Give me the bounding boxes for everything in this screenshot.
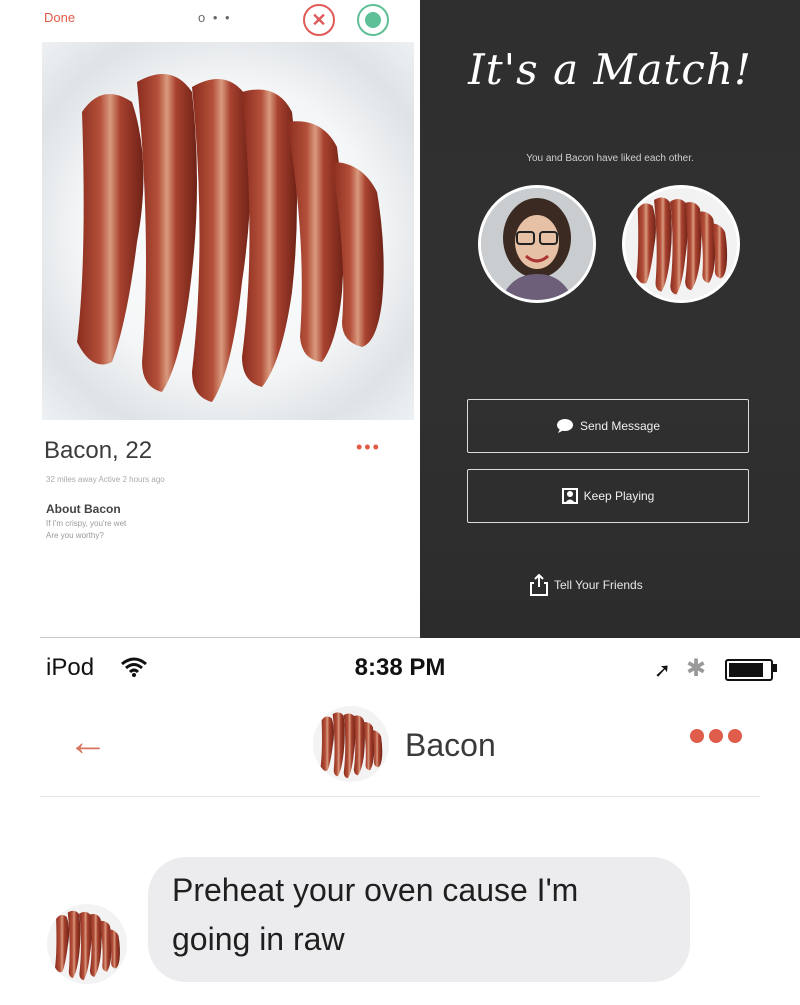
profile-distance: 32 miles away Active 2 hours ago xyxy=(46,475,165,484)
message-text: going in raw xyxy=(172,921,345,957)
bluetooth-icon: ✱ xyxy=(686,655,707,682)
about-heading: About Bacon xyxy=(46,502,121,516)
back-arrow-icon[interactable]: ← xyxy=(68,722,108,762)
tell-friends-label: Tell Your Friends xyxy=(554,578,643,592)
close-icon: ✕ xyxy=(311,10,327,30)
profile-photo[interactable] xyxy=(42,42,414,420)
match-panel: It's a Match! You and Bacon have liked e… xyxy=(420,0,800,638)
bacon-photo xyxy=(77,74,384,402)
like-button[interactable] xyxy=(357,4,389,36)
send-message-button[interactable]: Send Message xyxy=(467,399,749,453)
done-link[interactable]: Done xyxy=(44,10,75,25)
chat-more-button[interactable] xyxy=(690,729,747,748)
heart-icon xyxy=(365,12,381,28)
chat-contact-name[interactable]: Bacon xyxy=(405,727,496,764)
chat-contact-avatar[interactable] xyxy=(313,706,389,782)
bacon-photo xyxy=(320,712,383,779)
about-text: Are you worthy? xyxy=(46,531,104,540)
bacon-photo xyxy=(636,197,728,295)
tell-friends-button[interactable]: Tell Your Friends xyxy=(530,574,643,596)
send-message-label: Send Message xyxy=(579,419,661,433)
pass-button[interactable]: ✕ xyxy=(303,4,335,36)
bacon-photo xyxy=(55,910,120,981)
person-card-icon xyxy=(561,488,578,504)
status-time: 8:38 PM xyxy=(354,654,446,681)
profile-more-button[interactable]: ••• xyxy=(356,437,381,458)
keep-playing-button[interactable]: Keep Playing xyxy=(467,469,749,523)
share-icon xyxy=(530,574,548,596)
page-indicator: o • • xyxy=(198,10,232,25)
user-avatar xyxy=(478,185,596,303)
bacon-avatar xyxy=(622,185,740,303)
divider xyxy=(40,796,760,797)
match-subtitle: You and Bacon have liked each other. xyxy=(526,153,694,164)
chat-bubble-icon xyxy=(556,419,573,433)
divider xyxy=(40,637,420,638)
battery-icon xyxy=(725,659,773,681)
message-sender-avatar xyxy=(47,904,127,984)
user-photo xyxy=(481,188,593,300)
keep-playing-label: Keep Playing xyxy=(583,489,655,503)
match-title: It's a Match! xyxy=(468,45,752,94)
location-arrow-icon: ➚ xyxy=(654,660,671,682)
battery-tip xyxy=(773,664,777,672)
about-text: If I'm crispy, you're wet xyxy=(46,519,127,528)
profile-name: Bacon, 22 xyxy=(44,437,153,464)
message-text: Preheat your oven cause I'm xyxy=(172,872,579,908)
